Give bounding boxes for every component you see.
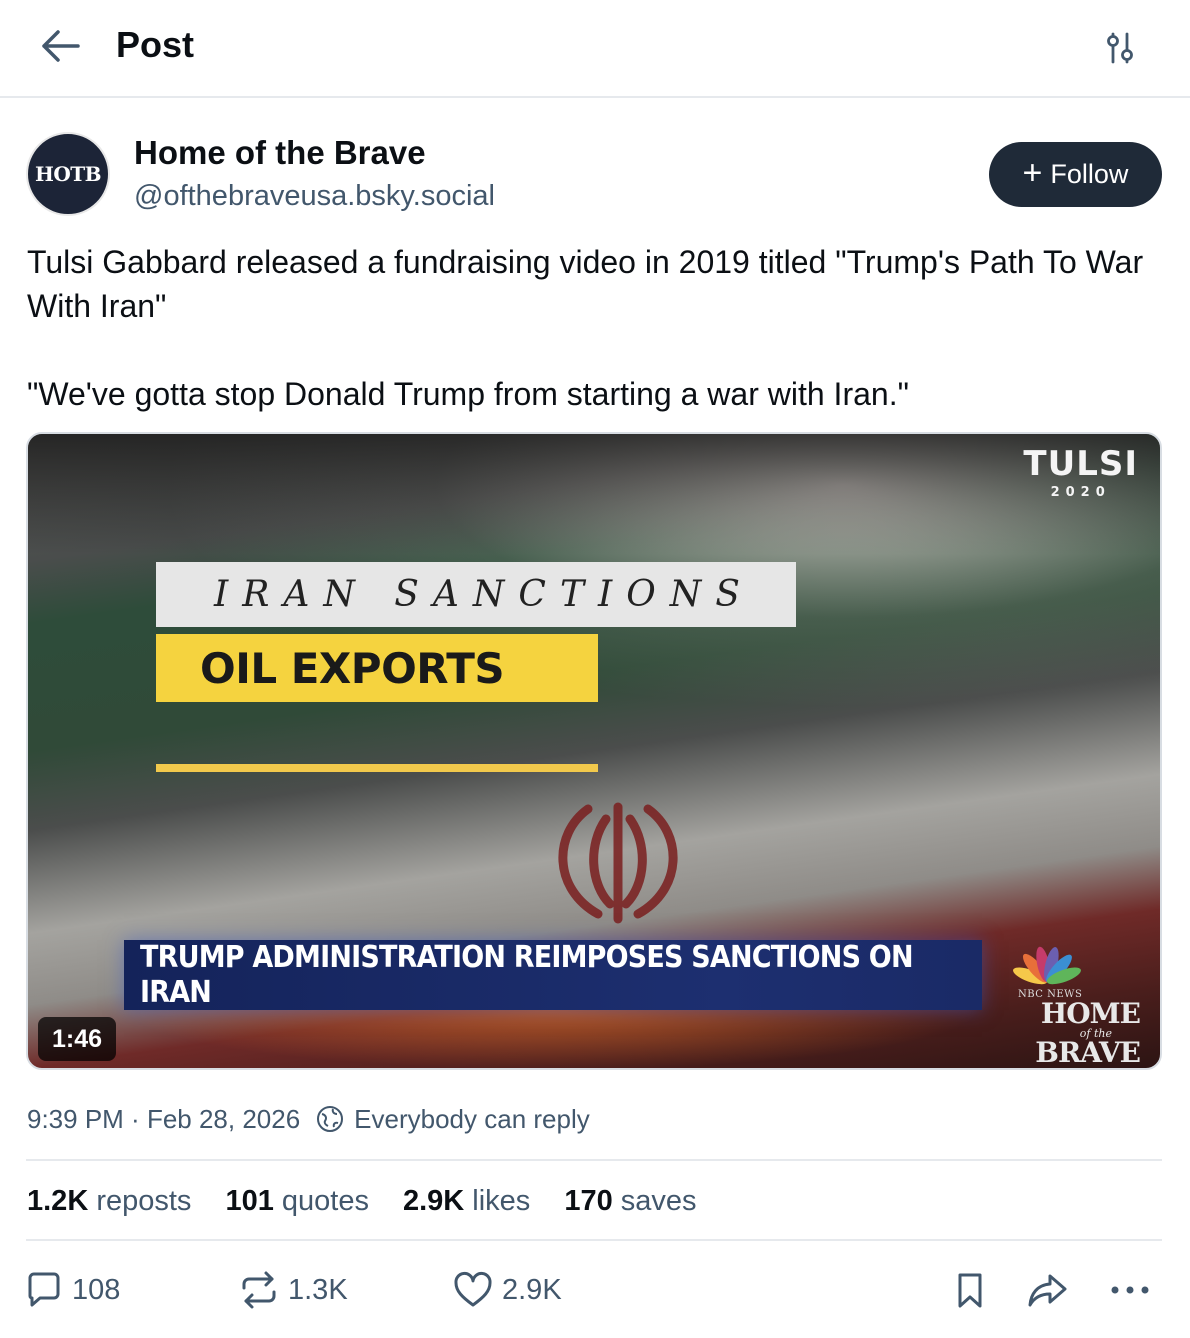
headline-iran-sanctions: IRAN SANCTIONS: [156, 562, 796, 627]
top-bar: Post: [0, 0, 1190, 98]
globe-icon: [317, 1106, 344, 1132]
post-paragraph: Tulsi Gabbard released a fundraising vid…: [27, 244, 1144, 324]
reposts-label: reposts: [96, 1184, 192, 1217]
quotes-count: 101: [225, 1184, 274, 1217]
saves-stat[interactable]: 170 saves: [564, 1185, 696, 1218]
post-time: 9:39 PM: [27, 1103, 124, 1134]
iran-emblem: [558, 802, 678, 924]
reply-button[interactable]: 108: [24, 1266, 120, 1314]
likes-label: likes: [472, 1184, 531, 1217]
video-duration-badge: 1:46: [38, 1017, 117, 1061]
post-date: Feb 28, 2026: [146, 1103, 301, 1134]
headline-oil-exports: OIL EXPORTS: [156, 634, 598, 702]
like-button[interactable]: 2.9K: [452, 1266, 562, 1314]
home-of-the-brave-watermark: NBC NEWS HOME of the BRAVE: [1018, 990, 1148, 1067]
back-button[interactable]: [36, 26, 84, 66]
reposts-stat[interactable]: 1.2K reposts: [27, 1185, 191, 1218]
meta-separator: ·: [123, 1103, 147, 1134]
nbc-peacock-icon: [1013, 946, 1081, 985]
saves-count: 170: [564, 1184, 613, 1217]
speech-bubble-icon: [28, 1272, 60, 1307]
watermark-line1: HOME: [1040, 997, 1141, 1030]
share-arrow-icon: [1028, 1274, 1067, 1307]
author-handle[interactable]: @ofthebraveusa.bsky.social: [134, 180, 495, 213]
repost-button[interactable]: 1.3K: [238, 1266, 348, 1314]
arrow-left-icon: [42, 30, 80, 62]
bookmark-button[interactable]: [948, 1266, 992, 1314]
post-paragraph: "We've gotta stop Donald Trump from star…: [27, 376, 909, 412]
likes-stat[interactable]: 2.9K likes: [403, 1185, 530, 1218]
reply-count: 108: [72, 1273, 121, 1306]
post-meta: 9:39 PM · Feb 28, 2026 Everybody can rep…: [27, 1100, 590, 1138]
tulsi-2020-logo: TULSI 2020: [1023, 444, 1138, 501]
page-title: Post: [116, 24, 195, 65]
avatar-initials: HOTB: [34, 162, 102, 186]
avatar[interactable]: HOTB: [26, 132, 110, 216]
accent-line: [156, 764, 598, 772]
lower-third-glow: [124, 1010, 982, 1068]
sliders-icon: [1107, 32, 1133, 64]
follow-button[interactable]: + Follow: [989, 142, 1162, 207]
reply-setting[interactable]: Everybody can reply: [354, 1104, 590, 1135]
ellipsis-icon: [1111, 1286, 1149, 1294]
video-shade: [28, 434, 1160, 554]
engagement-stats: 1.2K reposts 101 quotes 2.9K likes 170 s…: [27, 1180, 731, 1222]
heart-icon: [454, 1272, 492, 1307]
reposts-count: 1.2K: [27, 1184, 89, 1217]
follow-label: Follow: [1050, 159, 1129, 189]
like-count: 2.9K: [502, 1273, 562, 1306]
bookmark-icon: [958, 1273, 982, 1308]
share-button[interactable]: [1026, 1266, 1070, 1314]
likes-count: 2.9K: [402, 1184, 465, 1217]
divider: [26, 1239, 1162, 1241]
plus-icon: +: [1022, 154, 1043, 192]
video-player[interactable]: IRAN SANCTIONS OIL EXPORTS TRUMP ADMINIS…: [26, 432, 1162, 1070]
more-options-button[interactable]: [1108, 1266, 1152, 1314]
quotes-label: quotes: [281, 1184, 369, 1217]
tulsi-logo-word: TULSI: [1023, 444, 1138, 484]
watermark-line3: BRAVE: [1035, 1036, 1141, 1069]
repost-arrows-icon: [242, 1271, 276, 1309]
news-lower-third: TRUMP ADMINISTRATION REIMPOSES SANCTIONS…: [124, 940, 982, 1010]
thread-options-button[interactable]: [1098, 28, 1142, 68]
divider: [26, 1159, 1162, 1161]
tulsi-logo-year: 2020: [1050, 485, 1111, 501]
author-name[interactable]: Home of the Brave: [134, 134, 426, 172]
post-text: Tulsi Gabbard released a fundraising vid…: [27, 240, 1167, 416]
quotes-stat[interactable]: 101 quotes: [225, 1185, 369, 1218]
saves-label: saves: [620, 1184, 697, 1217]
repost-count: 1.3K: [288, 1273, 348, 1306]
